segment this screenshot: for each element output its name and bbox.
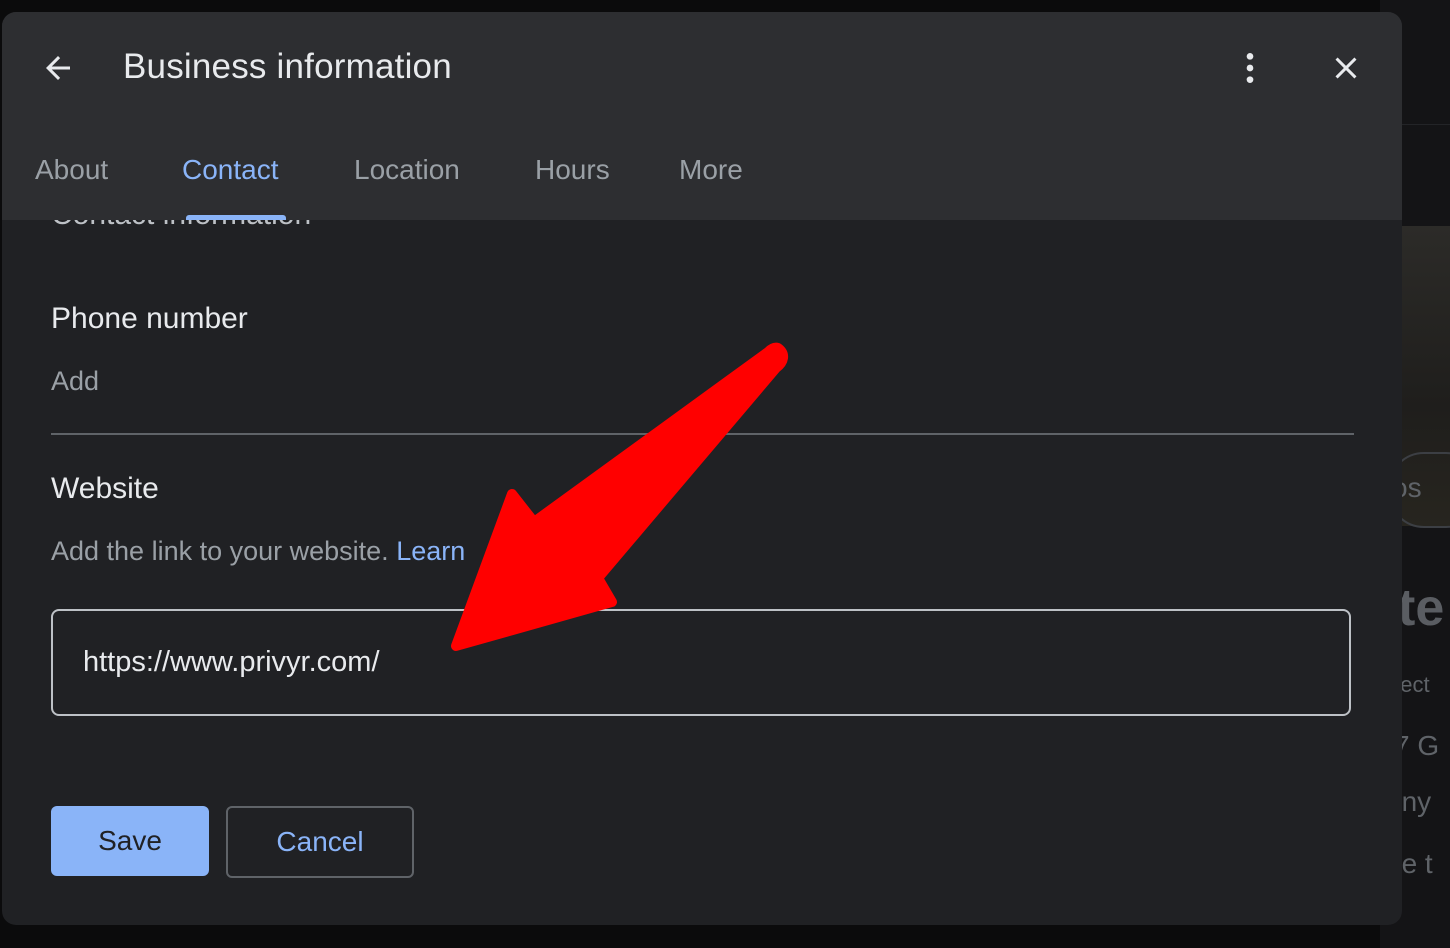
more-vertical-icon (1246, 53, 1254, 83)
close-button[interactable] (1320, 44, 1372, 92)
tab-contact[interactable]: Contact (182, 154, 279, 186)
background-heading: te (1398, 579, 1445, 637)
website-field[interactable] (51, 609, 1351, 716)
divider (51, 433, 1354, 435)
helper-text: Add the link to your website. (51, 536, 389, 566)
tab-more[interactable]: More (679, 154, 743, 186)
back-button[interactable] (30, 44, 86, 92)
close-icon (1335, 57, 1357, 79)
website-label: Website (51, 472, 159, 505)
website-helper-text: Add the link to your website. Learn (51, 536, 465, 567)
tab-hours[interactable]: Hours (535, 154, 610, 186)
tab-location[interactable]: Location (354, 154, 460, 186)
dialog-header: Business information About Contact Locat… (2, 12, 1402, 220)
section-heading: Contact information (51, 220, 311, 232)
phone-number-label: Phone number (51, 302, 248, 335)
arrow-left-icon (46, 56, 70, 80)
more-options-button[interactable] (1228, 44, 1272, 92)
dialog-title: Business information (123, 47, 452, 86)
learn-more-link[interactable]: Learn (396, 536, 465, 566)
business-information-dialog: Business information About Contact Locat… (2, 12, 1402, 925)
add-phone-link[interactable]: Add (51, 366, 99, 397)
tab-bar: About Contact Location Hours More (2, 142, 1402, 220)
dialog-content: Contact information Phone number Add Web… (2, 220, 1402, 925)
tab-about[interactable]: About (35, 154, 108, 186)
website-input[interactable] (83, 611, 1313, 714)
save-button[interactable]: Save (51, 806, 209, 876)
cancel-button[interactable]: Cancel (226, 806, 414, 878)
